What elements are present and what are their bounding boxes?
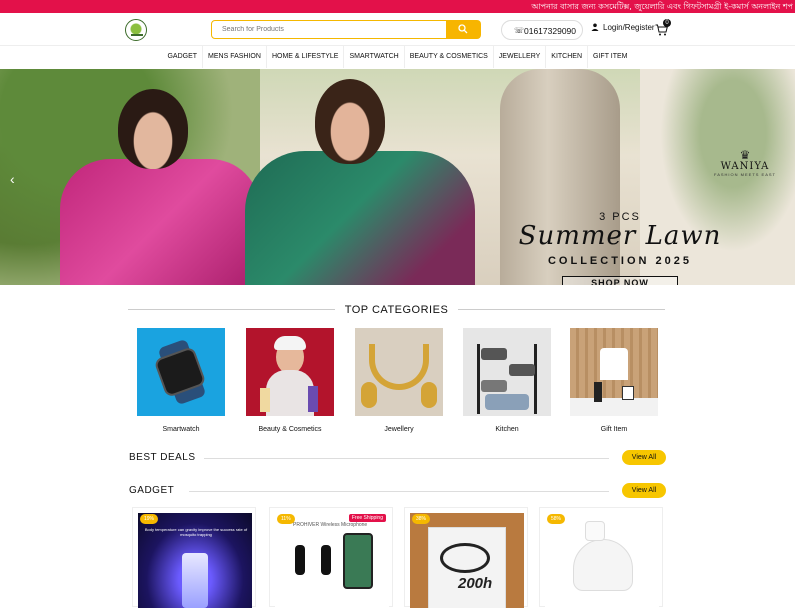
model-pink-dress <box>40 89 260 285</box>
category-label: Gift Item <box>600 426 628 433</box>
category-label: Smartwatch <box>162 426 200 433</box>
section-divider <box>189 491 609 492</box>
announcement-bar: আপনার বাসার জন্য কসমেটিক্স, জুয়েলারি এব… <box>0 0 795 13</box>
search-icon <box>458 24 468 34</box>
product-image: Body temperature can gravity improve the… <box>138 513 252 608</box>
product-image <box>545 513 659 608</box>
shop-now-button[interactable]: SHOP NOW <box>562 276 678 285</box>
user-icon <box>591 23 599 31</box>
search-input[interactable] <box>211 20 447 39</box>
login-register-link[interactable]: Login/Register <box>591 23 655 32</box>
cart-button[interactable]: 0 <box>655 19 671 37</box>
brand-logo: ♛ WANIYA FASHION MEETS EAST <box>713 149 777 177</box>
category-gift-item[interactable]: Gift Item <box>570 328 658 433</box>
kitchen-image <box>463 328 551 416</box>
product-card[interactable]: Body temperature can gravity improve the… <box>132 507 256 608</box>
gadget-title: GADGET <box>129 485 183 496</box>
discount-badge: 11% <box>277 514 295 524</box>
nav-item-smartwatch[interactable]: SMARTWATCH <box>344 46 405 68</box>
product-card[interactable]: PROHIVER Wireless Microphone 11% Free Sh… <box>269 507 393 608</box>
jewellery-image <box>355 328 443 416</box>
category-label: Kitchen <box>495 426 519 433</box>
model-green-dress <box>245 79 495 285</box>
main-nav: GADGET MENS FASHION HOME & LIFESTYLE SMA… <box>0 46 795 68</box>
product-image-caption: 200h <box>458 575 493 592</box>
site-logo[interactable] <box>125 19 147 41</box>
promo-headline: Summer Lawn <box>518 221 722 251</box>
top-categories-title: TOP CATEGORIES <box>334 304 459 316</box>
best-deals-view-all-button[interactable]: View All <box>622 450 666 465</box>
discount-badge: 58% <box>547 514 566 524</box>
cart-count-badge: 0 <box>663 19 671 27</box>
product-image-caption: PROHIVER Wireless Microphone <box>293 522 368 528</box>
announcement-text: আপনার বাসার জন্য কসমেটিক্স, জুয়েলারি এব… <box>531 2 793 11</box>
gift-item-image <box>570 328 658 416</box>
product-card[interactable]: 200h 38% <box>404 507 528 608</box>
header: ☏ 01617329090 Login/Register 0 <box>0 13 795 46</box>
nav-item-home-lifestyle[interactable]: HOME & LIFESTYLE <box>267 46 345 68</box>
product-card[interactable]: 58% <box>539 507 663 608</box>
login-label: Login/Register <box>603 23 655 32</box>
nav-item-jewellery[interactable]: JEWELLERY <box>494 46 547 68</box>
phone-button[interactable]: ☏ 01617329090 <box>501 20 583 40</box>
banner-tree-trunk <box>500 69 620 285</box>
product-image: 200h <box>410 513 524 608</box>
gadget-header: GADGET View All <box>129 483 666 499</box>
banner-foliage-right <box>640 69 795 285</box>
category-label: Jewellery <box>384 426 414 433</box>
phone-icon: ☏ <box>514 26 525 35</box>
nav-item-beauty-cosmetics[interactable]: BEAUTY & COSMETICS <box>405 46 494 68</box>
banner-prev-arrow[interactable]: ‹ <box>10 171 15 187</box>
product-image: PROHIVER Wireless Microphone <box>275 513 389 608</box>
crown-icon: ♛ <box>739 148 751 162</box>
gadget-view-all-button[interactable]: View All <box>622 483 666 498</box>
top-categories-heading: TOP CATEGORIES <box>128 300 665 318</box>
nav-item-kitchen[interactable]: KITCHEN <box>546 46 589 68</box>
phone-number: 01617329090 <box>524 26 577 36</box>
beauty-cosmetics-image <box>246 328 334 416</box>
discount-badge: 19% <box>140 514 159 524</box>
section-divider <box>189 458 609 459</box>
brand-tagline: FASHION MEETS EAST <box>713 172 776 177</box>
nav-item-mens-fashion[interactable]: MENS FASHION <box>203 46 267 68</box>
free-shipping-badge: Free Shipping <box>348 514 386 522</box>
category-label: Beauty & Cosmetics <box>258 426 322 433</box>
best-deals-header: BEST DEALS View All <box>129 450 666 466</box>
search-button[interactable] <box>446 20 481 39</box>
category-kitchen[interactable]: Kitchen <box>463 328 551 433</box>
discount-badge: 38% <box>412 514 431 524</box>
best-deals-title: BEST DEALS <box>129 452 204 463</box>
category-jewellery[interactable]: Jewellery <box>355 328 443 433</box>
category-smartwatch[interactable]: Smartwatch <box>137 328 225 433</box>
brand-name: WANIYA <box>720 161 770 172</box>
hero-banner[interactable]: ‹ ♛ WANIYA FASHION MEETS EAST 3 PCS Summ… <box>0 69 795 285</box>
promo-collection: COLLECTION 2025 <box>547 255 693 267</box>
nav-item-gadget[interactable]: GADGET <box>162 46 204 68</box>
nav-item-gift-item[interactable]: GIFT ITEM <box>588 46 632 68</box>
smartwatch-image <box>137 328 225 416</box>
category-beauty-cosmetics[interactable]: Beauty & Cosmetics <box>246 328 334 433</box>
product-image-caption: Body temperature can gravity improve the… <box>144 527 248 537</box>
